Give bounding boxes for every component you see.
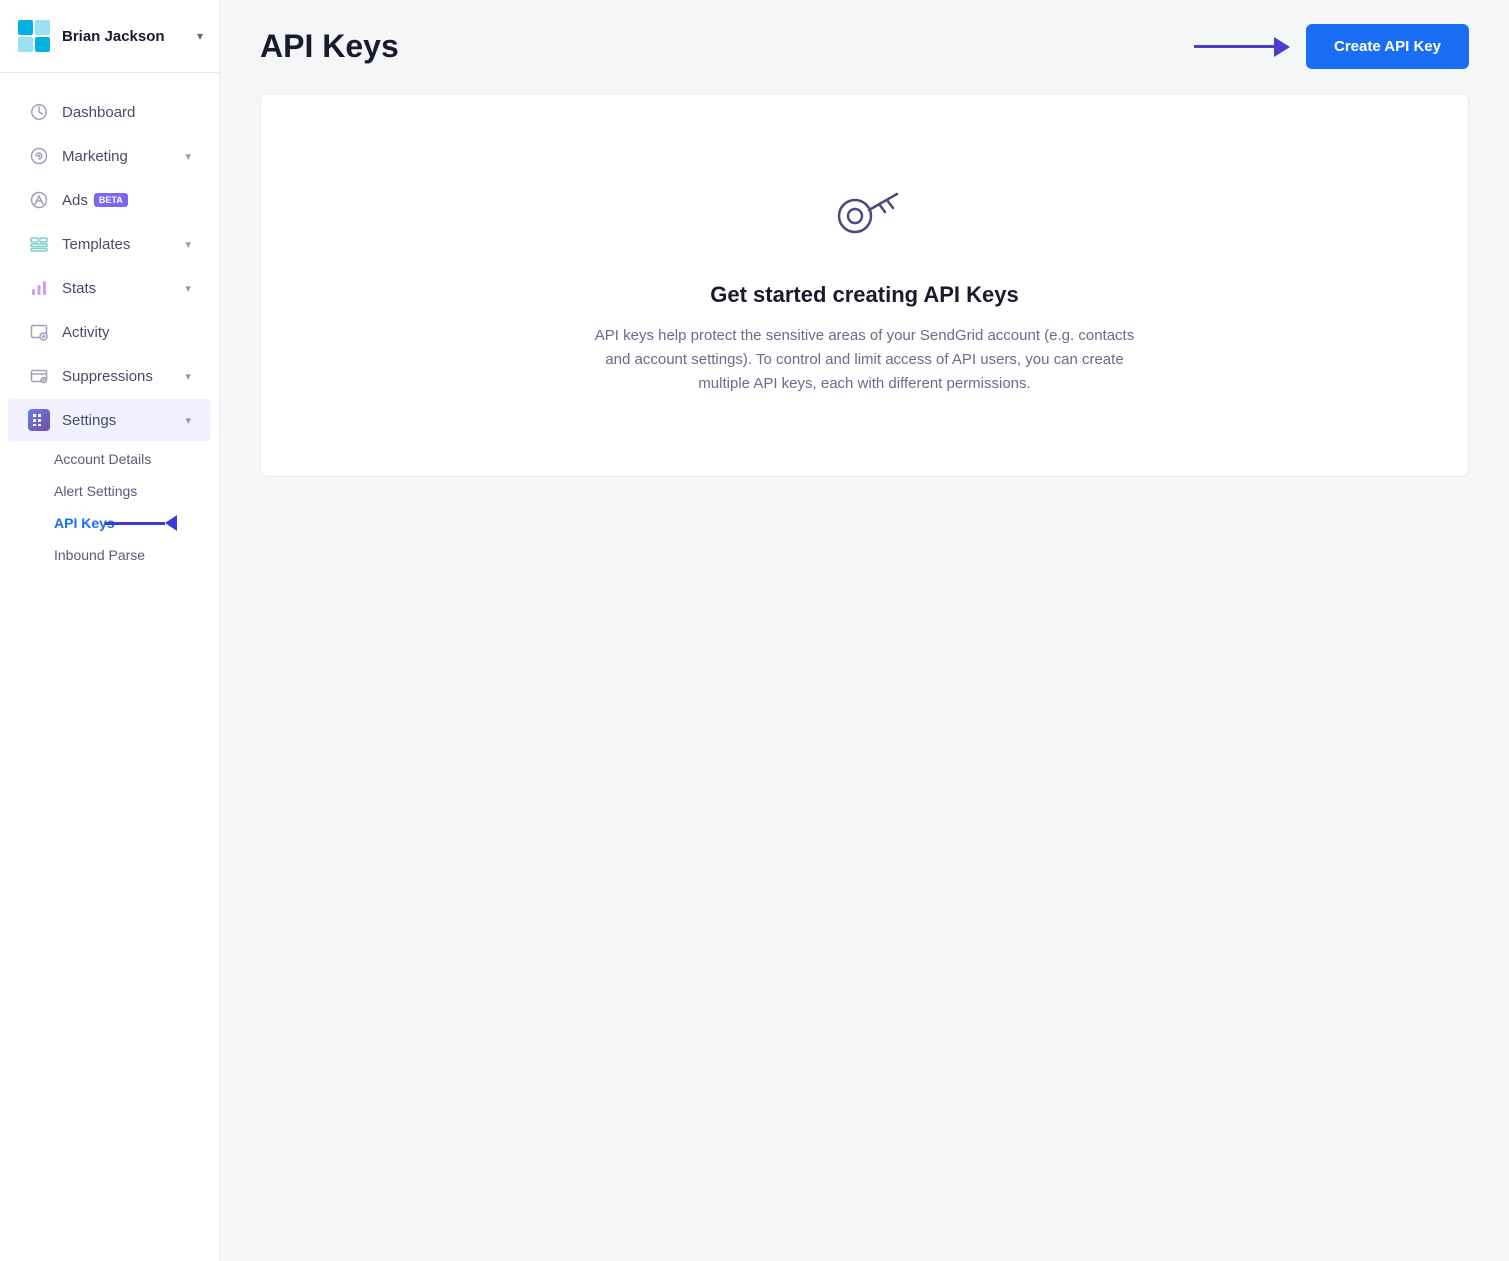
- api-keys-arrow: [105, 515, 177, 531]
- sidebar-item-label-stats: Stats: [62, 280, 96, 297]
- sidebar: Brian Jackson ▾ Dashboard Market: [0, 0, 220, 1261]
- content-area: Get started creating API Keys API keys h…: [220, 93, 1509, 1261]
- empty-state-title: Get started creating API Keys: [710, 282, 1019, 308]
- marketing-chevron: ▾: [185, 150, 191, 163]
- sidebar-item-dashboard[interactable]: Dashboard: [8, 91, 211, 133]
- sendgrid-logo: [16, 18, 52, 54]
- sidebar-item-marketing[interactable]: Marketing ▾: [8, 135, 211, 177]
- sidebar-item-templates[interactable]: Templates ▾: [8, 223, 211, 265]
- user-menu[interactable]: Brian Jackson ▾: [0, 0, 219, 73]
- sidebar-item-alert-settings[interactable]: Alert Settings: [0, 475, 219, 507]
- key-icon: [825, 174, 905, 254]
- username-label: Brian Jackson: [62, 28, 197, 45]
- create-arrow-decoration: [1194, 37, 1290, 57]
- page-title: API Keys: [260, 28, 399, 65]
- sidebar-item-label-marketing: Marketing: [62, 148, 128, 165]
- ads-beta-badge: BETA: [94, 193, 128, 207]
- stats-icon: [28, 277, 50, 299]
- empty-state-description: API keys help protect the sensitive area…: [595, 324, 1135, 396]
- user-menu-chevron: ▾: [197, 29, 203, 43]
- alert-settings-label: Alert Settings: [54, 483, 137, 499]
- templates-chevron: ▾: [185, 238, 191, 251]
- sidebar-item-activity[interactable]: Activity: [8, 311, 211, 353]
- activity-icon: [28, 321, 50, 343]
- sidebar-item-inbound-parse[interactable]: Inbound Parse: [0, 539, 219, 571]
- main-nav: Dashboard Marketing ▾ Ads: [0, 73, 219, 1261]
- dashboard-icon: [28, 101, 50, 123]
- sidebar-item-label-activity: Activity: [62, 324, 110, 341]
- suppressions-chevron: ▾: [185, 370, 191, 383]
- account-details-label: Account Details: [54, 451, 151, 467]
- sidebar-item-suppressions[interactable]: Suppressions ▾: [8, 355, 211, 397]
- settings-icon: [28, 409, 50, 431]
- sidebar-item-label-settings: Settings: [62, 412, 116, 429]
- sidebar-item-label-dashboard: Dashboard: [62, 104, 135, 121]
- ads-icon: [28, 189, 50, 211]
- stats-chevron: ▾: [185, 282, 191, 295]
- create-api-key-button[interactable]: Create API Key: [1306, 24, 1469, 69]
- sidebar-item-account-details[interactable]: Account Details: [0, 443, 219, 475]
- sidebar-item-api-keys[interactable]: API Keys: [0, 507, 219, 539]
- inbound-parse-label: Inbound Parse: [54, 547, 145, 563]
- suppressions-icon: [28, 365, 50, 387]
- sidebar-item-ads[interactable]: Ads BETA: [8, 179, 211, 221]
- empty-state-card: Get started creating API Keys API keys h…: [260, 93, 1469, 477]
- sidebar-item-label-ads: Ads: [62, 192, 88, 209]
- marketing-icon: [28, 145, 50, 167]
- settings-chevron: ▾: [185, 414, 191, 427]
- sidebar-item-stats[interactable]: Stats ▾: [8, 267, 211, 309]
- top-bar: API Keys Create API Key: [220, 0, 1509, 93]
- main-content: API Keys Create API Key Get started crea: [220, 0, 1509, 1261]
- sidebar-item-settings[interactable]: Settings ▾: [8, 399, 211, 441]
- sidebar-item-label-suppressions: Suppressions: [62, 368, 153, 385]
- sidebar-item-label-templates: Templates: [62, 236, 130, 253]
- templates-icon: [28, 233, 50, 255]
- settings-sub-nav: Account Details Alert Settings API Keys …: [0, 443, 219, 579]
- top-bar-right: Create API Key: [1194, 24, 1469, 69]
- key-icon-container: [825, 174, 905, 254]
